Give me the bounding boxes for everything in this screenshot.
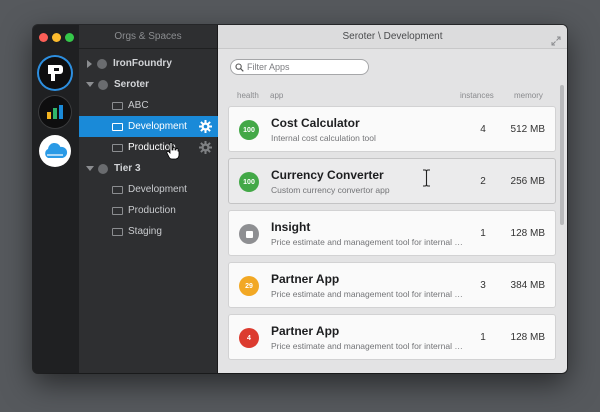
- space-icon: [112, 227, 123, 236]
- search-icon: [235, 62, 244, 72]
- col-instances-header[interactable]: instances: [460, 91, 494, 100]
- tree-label: Development: [128, 121, 187, 132]
- tree-label: Production: [128, 142, 176, 153]
- app-memory: 256 MB: [510, 176, 545, 187]
- health-badge: 4: [239, 328, 259, 348]
- app-instances: 4: [480, 124, 486, 135]
- expanded-triangle-icon[interactable]: [86, 166, 94, 171]
- app-name: Partner App: [271, 324, 340, 338]
- window-controls: [39, 33, 74, 42]
- tree-label: Tier 3: [114, 163, 141, 174]
- apps-panel: Seroter \ Development health app instanc…: [218, 25, 567, 373]
- app-instances: 1: [480, 228, 486, 239]
- tree-space-production[interactable]: Production: [79, 200, 218, 221]
- icon-rail: [33, 25, 79, 373]
- stop-icon: [245, 230, 253, 238]
- app-card-partner-app-2[interactable]: 4 Partner App Price estimate and managem…: [228, 314, 556, 360]
- app-card-insight[interactable]: Insight Price estimate and management to…: [228, 210, 556, 256]
- tree-org-tier3[interactable]: Tier 3: [79, 158, 218, 179]
- app-card-currency-converter[interactable]: 100 Currency Converter Custom currency c…: [228, 158, 556, 204]
- space-icon: [112, 143, 123, 152]
- col-health-header[interactable]: health: [237, 91, 259, 100]
- collapsed-triangle-icon[interactable]: [87, 59, 92, 68]
- filter-apps-field[interactable]: [230, 59, 369, 75]
- col-app-header[interactable]: app: [270, 91, 283, 100]
- orgs-panel-title: Orgs & Spaces: [79, 25, 217, 49]
- space-icon: [112, 206, 123, 215]
- tree-label: IronFoundry: [113, 58, 172, 69]
- col-memory-header[interactable]: memory: [514, 91, 543, 100]
- cloud-icon[interactable]: [39, 135, 71, 167]
- apps-scrollbar[interactable]: [560, 85, 564, 225]
- space-icon: [112, 122, 123, 131]
- org-dot-icon: [98, 79, 108, 90]
- app-card-cost-calculator[interactable]: 100 Cost Calculator Internal cost calcul…: [228, 106, 556, 152]
- space-icon: [112, 101, 123, 110]
- health-badge: 100: [239, 120, 259, 140]
- tree-label: Development: [128, 184, 187, 195]
- space-title: Seroter \ Development: [342, 31, 443, 42]
- app-name: Partner App: [271, 272, 340, 286]
- org-dot-icon: [98, 163, 108, 174]
- tree-org-ironfoundry[interactable]: IronFoundry: [79, 53, 218, 74]
- tree-label: Production: [128, 205, 176, 216]
- tree-space-abc[interactable]: ABC: [79, 95, 218, 116]
- app-description: Price estimate and management tool for i…: [271, 237, 466, 247]
- tree-space-development-selected[interactable]: Development: [79, 116, 218, 137]
- tree-label: Staging: [128, 226, 162, 237]
- tree-label: ABC: [128, 100, 149, 111]
- zoom-window-button[interactable]: [65, 33, 74, 42]
- expanded-triangle-icon[interactable]: [86, 82, 94, 87]
- app-description: Custom currency convertor app: [271, 185, 390, 195]
- tree-space-development[interactable]: Development: [79, 179, 218, 200]
- tree-space-production[interactable]: Production: [79, 137, 218, 158]
- filter-apps-input[interactable]: [247, 62, 367, 72]
- stopped-badge: [239, 224, 259, 244]
- app-memory: 128 MB: [510, 332, 545, 343]
- tree-org-seroter[interactable]: Seroter: [79, 74, 218, 95]
- tree-label: Seroter: [114, 79, 150, 90]
- expand-icon[interactable]: [551, 32, 561, 56]
- space-icon: [112, 185, 123, 194]
- minimize-window-button[interactable]: [52, 33, 61, 42]
- app-description: Price estimate and management tool for i…: [271, 341, 466, 351]
- close-window-button[interactable]: [39, 33, 48, 42]
- pivotal-logo-icon[interactable]: [39, 57, 71, 89]
- app-name: Currency Converter: [271, 168, 384, 182]
- app-card-partner-app[interactable]: 29 Partner App Price estimate and manage…: [228, 262, 556, 308]
- tree-space-staging[interactable]: Staging: [79, 221, 218, 242]
- app-memory: 384 MB: [510, 280, 545, 291]
- gear-icon[interactable]: [199, 120, 212, 136]
- app-instances: 1: [480, 332, 486, 343]
- app-window: Orgs & Spaces IronFoundry Seroter ABC De…: [33, 25, 567, 373]
- space-title-bar: Seroter \ Development: [218, 25, 567, 49]
- orgs-spaces-panel: Orgs & Spaces IronFoundry Seroter ABC De…: [79, 25, 218, 373]
- app-memory: 128 MB: [510, 228, 545, 239]
- metrics-bars-icon[interactable]: [39, 96, 71, 128]
- health-badge: 100: [239, 172, 259, 192]
- app-instances: 3: [480, 280, 486, 291]
- health-badge: 29: [239, 276, 259, 296]
- app-name: Insight: [271, 220, 311, 234]
- app-instances: 2: [480, 176, 486, 187]
- app-description: Price estimate and management tool for i…: [271, 289, 466, 299]
- app-memory: 512 MB: [510, 124, 545, 135]
- org-dot-icon: [97, 58, 107, 69]
- app-description: Internal cost calculation tool: [271, 133, 376, 143]
- app-name: Cost Calculator: [271, 116, 360, 130]
- gear-icon[interactable]: [199, 141, 212, 157]
